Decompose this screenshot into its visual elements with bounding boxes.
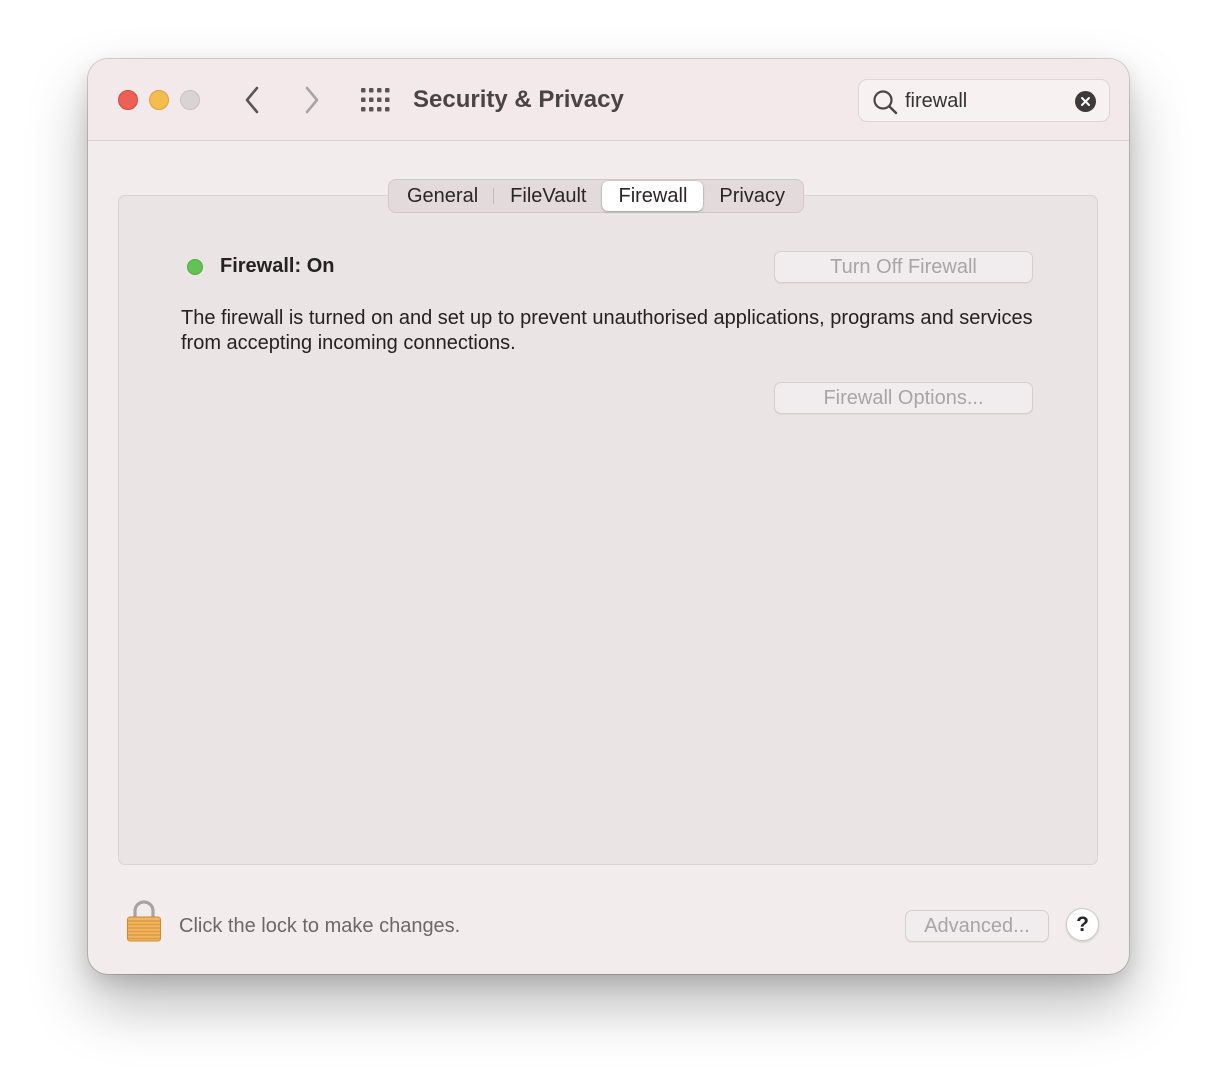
close-button[interactable] <box>118 90 138 110</box>
show-all-button[interactable] <box>360 87 392 113</box>
back-button[interactable] <box>236 83 270 117</box>
tab-firewall[interactable]: Firewall <box>602 181 704 211</box>
clear-icon <box>1081 97 1090 106</box>
lock-icon <box>127 900 161 942</box>
lock-button[interactable] <box>126 899 162 943</box>
grid-icon <box>361 88 390 112</box>
chevron-left-icon <box>245 86 259 114</box>
firewall-description: The firewall is turned on and set up to … <box>181 307 1033 354</box>
search-input[interactable] <box>905 88 1065 114</box>
window-title: Security & Privacy <box>413 86 624 113</box>
firewall-status-indicator <box>187 259 203 275</box>
firewall-panel <box>118 195 1098 865</box>
tab-bar: General FileVault Firewall Privacy <box>388 179 804 213</box>
search-field[interactable] <box>858 79 1110 122</box>
turn-off-firewall-button[interactable]: Turn Off Firewall <box>774 251 1033 283</box>
search-icon <box>873 90 898 115</box>
tab-filevault[interactable]: FileVault <box>494 181 602 211</box>
firewall-status-label: Firewall: On <box>220 255 335 277</box>
forward-button[interactable] <box>294 83 328 117</box>
preferences-window: Security & Privacy General FileVault Fir… <box>88 59 1129 974</box>
tab-general[interactable]: General <box>391 181 495 211</box>
zoom-button <box>180 90 200 110</box>
minimize-button[interactable] <box>149 90 169 110</box>
title-bar: Security & Privacy <box>88 59 1129 141</box>
firewall-options-button[interactable]: Firewall Options... <box>774 382 1033 414</box>
advanced-button[interactable]: Advanced... <box>905 910 1049 942</box>
clear-search-button[interactable] <box>1075 91 1096 112</box>
lock-hint-text: Click the lock to make changes. <box>179 915 461 937</box>
chevron-right-icon <box>305 86 319 114</box>
help-button[interactable]: ? <box>1066 908 1099 941</box>
tab-privacy[interactable]: Privacy <box>703 181 801 211</box>
